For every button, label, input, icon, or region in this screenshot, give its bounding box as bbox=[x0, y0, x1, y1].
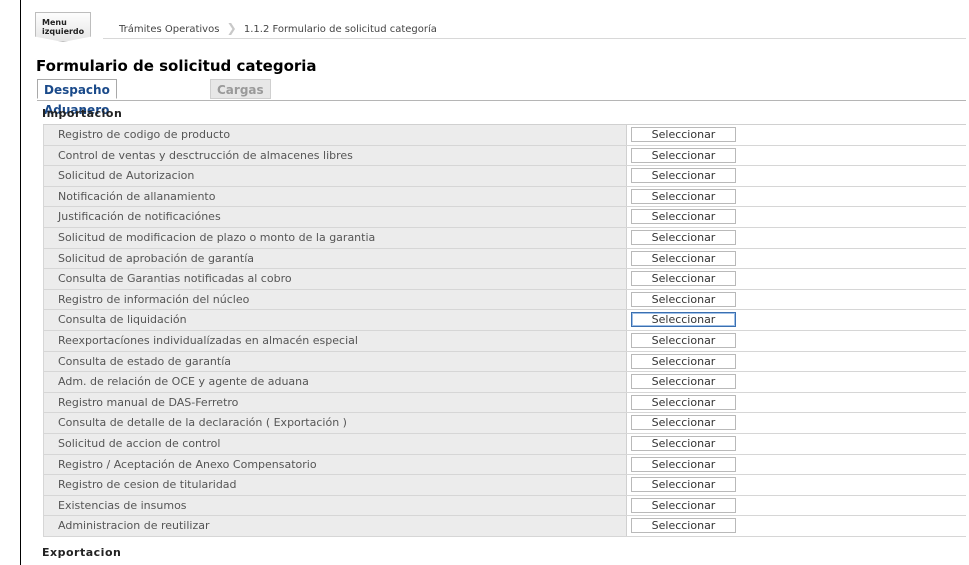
seleccionar-button[interactable]: Seleccionar bbox=[631, 312, 736, 328]
row-label: Justificación de notificaciónes bbox=[43, 207, 627, 227]
table-row: Registro / Aceptación de Anexo Compensat… bbox=[43, 454, 966, 476]
page-title: Formulario de solicitud categoria bbox=[36, 57, 317, 75]
breadcrumb-item-tramites[interactable]: Trámites Operativos bbox=[119, 24, 219, 35]
row-label: Consulta de liquidación bbox=[43, 310, 627, 330]
row-label: Control de ventas y desctrucción de alma… bbox=[43, 145, 627, 166]
row-label: Solicitud de modificacion de plazo o mon… bbox=[43, 227, 627, 248]
seleccionar-button[interactable]: Seleccionar bbox=[631, 497, 736, 513]
seleccionar-button[interactable]: Seleccionar bbox=[631, 477, 736, 493]
table-row: Administracion de reutilizar Seleccionar bbox=[43, 516, 966, 537]
tab-cargas[interactable]: Cargas bbox=[210, 79, 271, 99]
top-bar: Menu izquierdo Trámites Operativos ❯ 1.1… bbox=[21, 8, 966, 42]
table-row: Consulta de estado de garantía Selecciona… bbox=[43, 351, 966, 373]
row-label: Registro de cesion de titularidad bbox=[43, 475, 627, 495]
row-label: Consulta de estado de garantía bbox=[43, 351, 627, 372]
section-heading-exportacion: Exportacion bbox=[42, 546, 122, 559]
row-label: Solicitud de Autorizacion bbox=[43, 166, 627, 186]
breadcrumb-item-current: 1.1.2 Formulario de solicitud categoría bbox=[243, 24, 437, 35]
breadcrumb: Trámites Operativos ❯ 1.1.2 Formulario d… bbox=[119, 21, 437, 35]
seleccionar-button[interactable]: Seleccionar bbox=[631, 168, 736, 184]
seleccionar-button[interactable]: Seleccionar bbox=[631, 147, 736, 163]
seleccionar-button[interactable]: Seleccionar bbox=[631, 271, 736, 287]
seleccionar-button[interactable]: Seleccionar bbox=[631, 229, 736, 245]
menu-izquierdo-button[interactable]: Menu izquierdo bbox=[35, 12, 91, 42]
importacion-table: Registro de codigo de producto Selecciona… bbox=[43, 124, 966, 537]
seleccionar-button[interactable]: Seleccionar bbox=[631, 291, 736, 307]
seleccionar-button[interactable]: Seleccionar bbox=[631, 250, 736, 266]
row-label: Adm. de relación de OCE y agente de adua… bbox=[43, 372, 627, 392]
table-row: Existencias de insumos Seleccionar bbox=[43, 495, 966, 517]
seleccionar-button[interactable]: Seleccionar bbox=[631, 435, 736, 451]
row-label: Notificación de allanamiento bbox=[43, 186, 627, 207]
seleccionar-button[interactable]: Seleccionar bbox=[631, 353, 736, 369]
seleccionar-button[interactable]: Seleccionar bbox=[631, 394, 736, 410]
table-row: Solicitud de Autorizacion Seleccionar bbox=[43, 166, 966, 187]
table-row: Registro de información del núcleo Selecc… bbox=[43, 289, 966, 311]
table-row: Consulta de Garantias notificadas al cob… bbox=[43, 269, 966, 290]
table-row: Registro manual de DAS-Ferretro Seleccion… bbox=[43, 392, 966, 414]
table-row: Consulta de detalle de la declaración ( … bbox=[43, 413, 966, 434]
seleccionar-button[interactable]: Seleccionar bbox=[631, 332, 736, 348]
table-row: Solicitud de modificacion de plazo o mon… bbox=[43, 227, 966, 249]
row-label: Solicitud de aprobación de garantía bbox=[43, 248, 627, 269]
row-label: Solicitud de accion de control bbox=[43, 433, 627, 454]
seleccionar-button[interactable]: Seleccionar bbox=[631, 209, 736, 225]
seleccionar-button[interactable]: Seleccionar bbox=[631, 518, 736, 534]
row-label: Existencias de insumos bbox=[43, 495, 627, 516]
row-label: Administracion de reutilizar bbox=[43, 516, 627, 536]
table-row: Adm. de relación de OCE y agente de adua… bbox=[43, 372, 966, 393]
seleccionar-button[interactable]: Seleccionar bbox=[631, 127, 736, 142]
table-row: Notificación de allanamiento Seleccionar bbox=[43, 186, 966, 208]
main-frame: Menu izquierdo Trámites Operativos ❯ 1.1… bbox=[20, 0, 969, 565]
menu-label-line2: izquierdo bbox=[42, 27, 85, 36]
row-label: Registro manual de DAS-Ferretro bbox=[43, 392, 627, 413]
row-label: Reexportacíones individualízadas en alma… bbox=[43, 330, 627, 351]
row-label: Consulta de detalle de la declaración ( … bbox=[43, 413, 627, 433]
seleccionar-button[interactable]: Seleccionar bbox=[631, 415, 736, 431]
header-divider bbox=[103, 38, 966, 39]
tab-despacho-aduanero[interactable]: Despacho Aduanero bbox=[37, 79, 117, 117]
table-row: Solicitud de accion de control Selecciona… bbox=[43, 433, 966, 455]
table-row: Consulta de liquidación Seleccionar bbox=[43, 310, 966, 331]
row-label: Registro de codigo de producto bbox=[43, 125, 627, 145]
row-label: Registro / Aceptación de Anexo Compensat… bbox=[43, 454, 627, 475]
menu-label-line1: Menu bbox=[42, 18, 67, 27]
tab-divider bbox=[37, 100, 966, 101]
row-label: Registro de información del núcleo bbox=[43, 289, 627, 310]
table-row: Reexportacíones individualízadas en alma… bbox=[43, 330, 966, 352]
breadcrumb-separator-icon: ❯ bbox=[226, 21, 237, 35]
seleccionar-button[interactable]: Seleccionar bbox=[631, 188, 736, 204]
table-row: Justificación de notificaciónes Seleccion… bbox=[43, 207, 966, 228]
table-row: Solicitud de aprobación de garantía Selec… bbox=[43, 248, 966, 270]
table-row: Registro de cesion de titularidad Selecci… bbox=[43, 475, 966, 496]
section-heading-importacion: Importacion bbox=[42, 107, 123, 120]
seleccionar-button[interactable]: Seleccionar bbox=[631, 374, 736, 390]
row-label: Consulta de Garantias notificadas al cob… bbox=[43, 269, 627, 289]
table-row: Registro de codigo de producto Selecciona… bbox=[43, 125, 966, 146]
table-row: Control de ventas y desctrucción de alma… bbox=[43, 145, 966, 167]
seleccionar-button[interactable]: Seleccionar bbox=[631, 456, 736, 472]
